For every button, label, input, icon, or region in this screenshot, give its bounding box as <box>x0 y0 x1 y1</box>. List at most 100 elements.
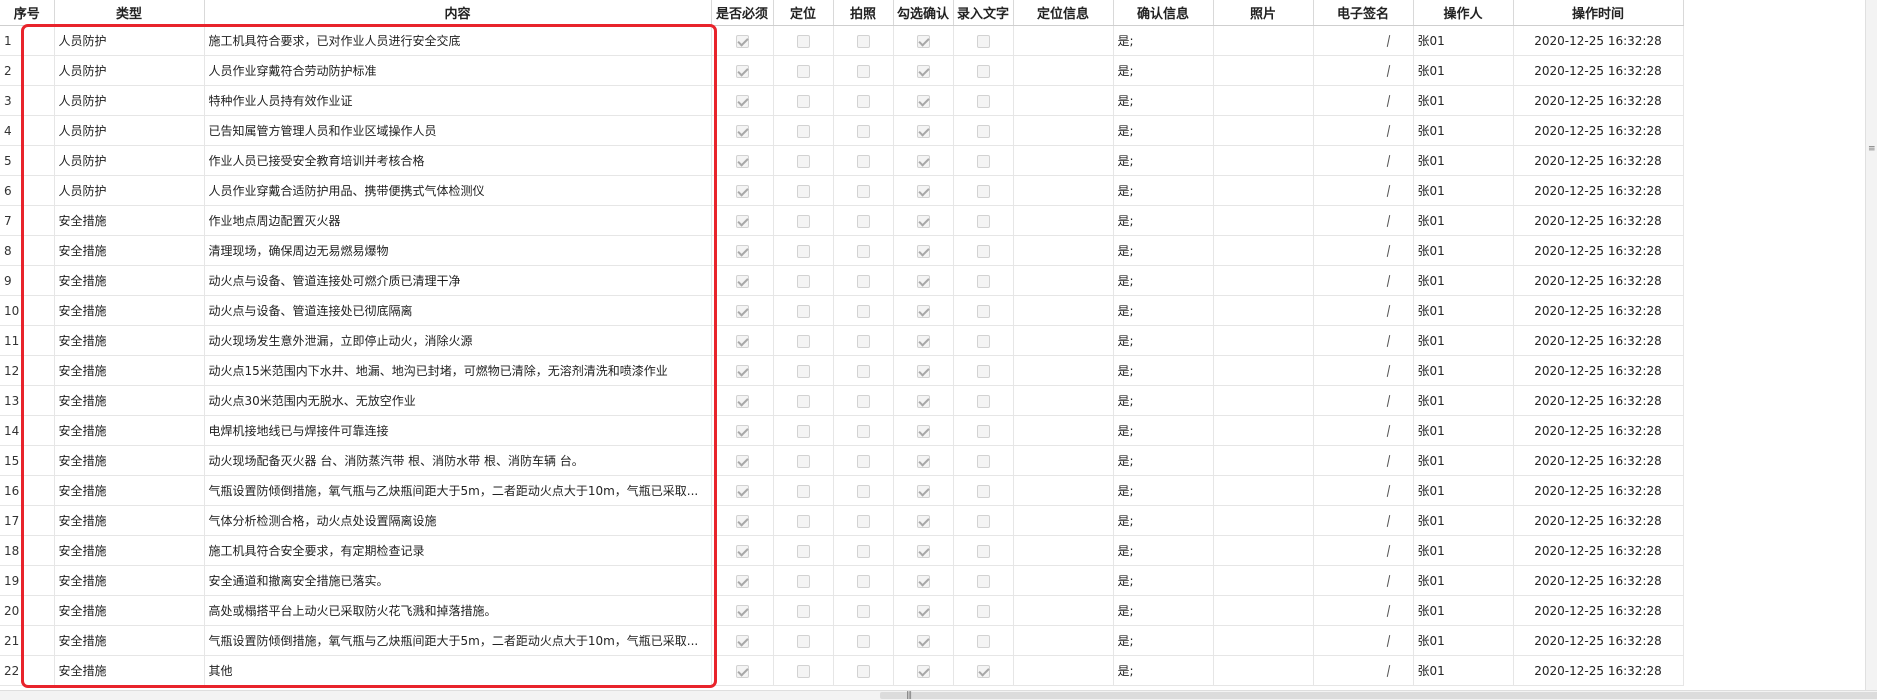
locate-checkbox[interactable] <box>796 424 810 438</box>
photo-flag-checkbox[interactable] <box>856 34 870 48</box>
enter-text-checkbox[interactable] <box>976 394 990 408</box>
enter-text-checkbox[interactable] <box>976 304 990 318</box>
check-confirm-checkbox[interactable] <box>916 544 930 558</box>
locate-checkbox[interactable] <box>796 274 810 288</box>
photo-flag-checkbox[interactable] <box>856 214 870 228</box>
required-checkbox[interactable] <box>735 544 749 558</box>
table-row[interactable]: 15 安全措施 动火现场配备灭火器 台、消防蒸汽带 根、消防水带 根、消防车辆 台。… <box>0 445 1684 476</box>
check-confirm-checkbox[interactable] <box>916 634 930 648</box>
enter-text-checkbox[interactable] <box>976 424 990 438</box>
enter-text-checkbox[interactable] <box>976 184 990 198</box>
column-header-seq[interactable]: 序号 <box>0 0 55 26</box>
check-confirm-checkbox[interactable] <box>916 514 930 528</box>
check-confirm-checkbox[interactable] <box>916 424 930 438</box>
table-row[interactable]: 20 安全措施 高处或榻搭平台上动火已采取防火花飞溅和掉落措施。 是; 张01 2020-… <box>0 595 1684 626</box>
horizontal-scroll-thumb[interactable] <box>880 692 1877 699</box>
check-confirm-checkbox[interactable] <box>916 484 930 498</box>
locate-checkbox[interactable] <box>796 514 810 528</box>
check-confirm-checkbox[interactable] <box>916 274 930 288</box>
table-row[interactable]: 9 安全措施 动火点与设备、管道连接处可燃介质已清理干净 是; 张01 2020-12-2… <box>0 265 1684 296</box>
column-header-confirm-info[interactable]: 确认信息 <box>1113 0 1214 26</box>
enter-text-checkbox[interactable] <box>976 154 990 168</box>
enter-text-checkbox[interactable] <box>976 334 990 348</box>
locate-checkbox[interactable] <box>796 574 810 588</box>
scroll-grip-icon[interactable]: ≡ <box>1868 145 1876 160</box>
required-checkbox[interactable] <box>735 154 749 168</box>
required-checkbox[interactable] <box>735 244 749 258</box>
locate-checkbox[interactable] <box>796 484 810 498</box>
required-checkbox[interactable] <box>735 424 749 438</box>
table-row[interactable]: 16 安全措施 气瓶设置防倾倒措施，氧气瓶与乙炔瓶间距大于5m，二者距动火点大于10… <box>0 475 1684 506</box>
required-checkbox[interactable] <box>735 484 749 498</box>
locate-checkbox[interactable] <box>796 634 810 648</box>
locate-checkbox[interactable] <box>796 94 810 108</box>
table-row[interactable]: 22 安全措施 其他 是; 张01 2020-12-25 16:32:28 <box>0 655 1684 686</box>
table-row[interactable]: 1 人员防护 施工机具符合要求，已对作业人员进行安全交底 是; 张01 2020-12-2… <box>0 25 1684 56</box>
enter-text-checkbox[interactable] <box>976 274 990 288</box>
required-checkbox[interactable] <box>735 334 749 348</box>
check-confirm-checkbox[interactable] <box>916 94 930 108</box>
column-header-check-confirm[interactable]: 勾选确认 <box>893 0 954 26</box>
enter-text-checkbox[interactable] <box>976 364 990 378</box>
photo-flag-checkbox[interactable] <box>856 274 870 288</box>
required-checkbox[interactable] <box>735 274 749 288</box>
table-row[interactable]: 7 安全措施 作业地点周边配置灭火器 是; 张01 2020-12-25 16:32:28 <box>0 205 1684 236</box>
table-row[interactable]: 2 人员防护 人员作业穿戴符合劳动防护标准 是; 张01 2020-12-25 16:32… <box>0 55 1684 86</box>
locate-checkbox[interactable] <box>796 334 810 348</box>
photo-flag-checkbox[interactable] <box>856 304 870 318</box>
enter-text-checkbox[interactable] <box>976 634 990 648</box>
required-checkbox[interactable] <box>735 214 749 228</box>
required-checkbox[interactable] <box>735 364 749 378</box>
locate-checkbox[interactable] <box>796 304 810 318</box>
column-header-photo-flag[interactable]: 拍照 <box>833 0 894 26</box>
column-header-content[interactable]: 内容 <box>204 0 712 26</box>
photo-flag-checkbox[interactable] <box>856 364 870 378</box>
check-confirm-checkbox[interactable] <box>916 64 930 78</box>
locate-checkbox[interactable] <box>796 544 810 558</box>
enter-text-checkbox[interactable] <box>976 214 990 228</box>
check-confirm-checkbox[interactable] <box>916 364 930 378</box>
required-checkbox[interactable] <box>735 94 749 108</box>
check-confirm-checkbox[interactable] <box>916 334 930 348</box>
table-row[interactable]: 3 人员防护 特种作业人员持有效作业证 是; 张01 2020-12-25 16:32:2… <box>0 85 1684 116</box>
check-confirm-checkbox[interactable] <box>916 154 930 168</box>
locate-checkbox[interactable] <box>796 214 810 228</box>
locate-checkbox[interactable] <box>796 364 810 378</box>
locate-checkbox[interactable] <box>796 64 810 78</box>
column-header-time[interactable]: 操作时间 <box>1513 0 1684 26</box>
column-header-required[interactable]: 是否必须 <box>711 0 774 26</box>
column-header-signature[interactable]: 电子签名 <box>1313 0 1414 26</box>
photo-flag-checkbox[interactable] <box>856 634 870 648</box>
table-row[interactable]: 14 安全措施 电焊机接地线已与焊接件可靠连接 是; 张01 2020-12-25 16:… <box>0 415 1684 446</box>
column-header-operator[interactable]: 操作人 <box>1413 0 1514 26</box>
photo-flag-checkbox[interactable] <box>856 64 870 78</box>
check-confirm-checkbox[interactable] <box>916 34 930 48</box>
photo-flag-checkbox[interactable] <box>856 184 870 198</box>
column-header-type[interactable]: 类型 <box>54 0 205 26</box>
photo-flag-checkbox[interactable] <box>856 664 870 678</box>
required-checkbox[interactable] <box>735 574 749 588</box>
enter-text-checkbox[interactable] <box>976 454 990 468</box>
required-checkbox[interactable] <box>735 34 749 48</box>
table-row[interactable]: 5 人员防护 作业人员已接受安全教育培训并考核合格 是; 张01 2020-12-25 1… <box>0 145 1684 176</box>
locate-checkbox[interactable] <box>796 664 810 678</box>
column-header-locate[interactable]: 定位 <box>773 0 834 26</box>
table-row[interactable]: 18 安全措施 施工机具符合安全要求，有定期检查记录 是; 张01 2020-12-25 … <box>0 535 1684 566</box>
enter-text-checkbox[interactable] <box>976 544 990 558</box>
photo-flag-checkbox[interactable] <box>856 124 870 138</box>
photo-flag-checkbox[interactable] <box>856 514 870 528</box>
enter-text-checkbox[interactable] <box>976 514 990 528</box>
check-confirm-checkbox[interactable] <box>916 304 930 318</box>
check-confirm-checkbox[interactable] <box>916 454 930 468</box>
required-checkbox[interactable] <box>735 454 749 468</box>
enter-text-checkbox[interactable] <box>976 664 990 678</box>
photo-flag-checkbox[interactable] <box>856 484 870 498</box>
required-checkbox[interactable] <box>735 604 749 618</box>
required-checkbox[interactable] <box>735 514 749 528</box>
locate-checkbox[interactable] <box>796 154 810 168</box>
enter-text-checkbox[interactable] <box>976 604 990 618</box>
photo-flag-checkbox[interactable] <box>856 544 870 558</box>
locate-checkbox[interactable] <box>796 394 810 408</box>
check-confirm-checkbox[interactable] <box>916 574 930 588</box>
table-row[interactable]: 6 人员防护 人员作业穿戴合适防护用品、携带便携式气体检测仪 是; 张01 2020-12… <box>0 175 1684 206</box>
